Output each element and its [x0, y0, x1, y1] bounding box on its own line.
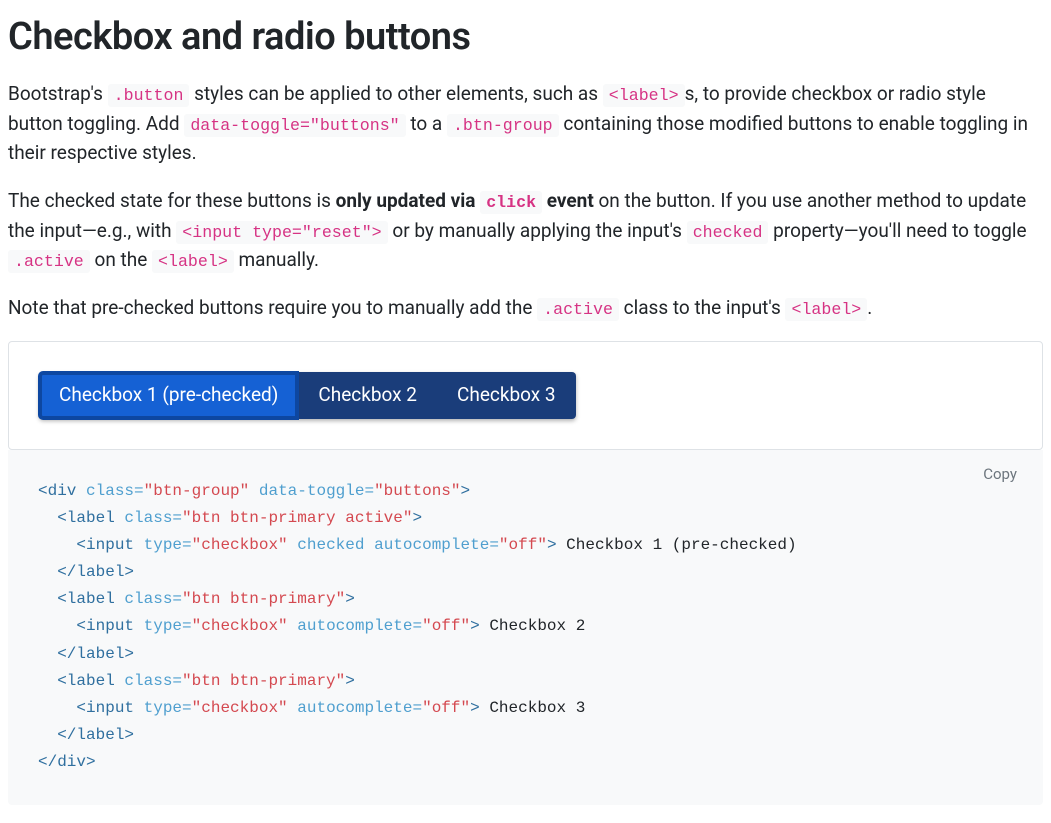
button-group: Checkbox 1 (pre-checked) Checkbox 2 Chec… — [39, 372, 576, 419]
code-active: .active — [8, 250, 90, 273]
code-checked: checked — [687, 221, 769, 244]
text: only updated via — [336, 189, 481, 212]
text: or by manually applying the input's — [388, 219, 687, 242]
code-label: <label> — [603, 84, 685, 107]
page-title: Checkbox and radio buttons — [8, 8, 1043, 67]
code-active: .active — [537, 298, 619, 321]
text: Note that pre-checked buttons require yo… — [8, 296, 537, 319]
code-button: .button — [108, 84, 190, 107]
checkbox-button-2[interactable]: Checkbox 2 — [298, 372, 437, 419]
text: . — [867, 296, 872, 319]
code-click: click — [480, 191, 542, 214]
code-data-toggle: data-toggle="buttons" — [184, 114, 405, 137]
text: event — [542, 189, 594, 212]
intro-paragraph-3: Note that pre-checked buttons require yo… — [8, 293, 1043, 323]
intro-paragraph-1: Bootstrap's .button styles can be applie… — [8, 79, 1043, 168]
code-btn-group: .btn-group — [447, 114, 559, 137]
example-box: Checkbox 1 (pre-checked) Checkbox 2 Chec… — [8, 341, 1043, 450]
checkbox-button-3[interactable]: Checkbox 3 — [437, 372, 576, 419]
code-block: Copy <div class="btn-group" data-toggle="… — [8, 450, 1043, 805]
checkbox-button-1[interactable]: Checkbox 1 (pre-checked) — [39, 372, 298, 419]
text: Bootstrap's — [8, 82, 108, 105]
text: to a — [406, 112, 447, 135]
bold-text: only updated via click event — [336, 189, 594, 212]
copy-button[interactable]: Copy — [977, 464, 1023, 484]
code-label: <label> — [785, 298, 867, 321]
text: styles can be applied to other elements,… — [189, 82, 602, 105]
text: property—you'll need to toggle — [768, 219, 1026, 242]
text: class to the input's — [619, 296, 786, 319]
code-label: <label> — [152, 250, 234, 273]
code-input-reset: <input type="reset"> — [176, 221, 387, 244]
code: <div class="btn-group" data-toggle="butt… — [38, 482, 797, 772]
intro-paragraph-2: The checked state for these buttons is o… — [8, 186, 1043, 275]
text: on the — [90, 248, 152, 271]
text: manually. — [234, 248, 319, 271]
text: The checked state for these buttons is — [8, 189, 336, 212]
